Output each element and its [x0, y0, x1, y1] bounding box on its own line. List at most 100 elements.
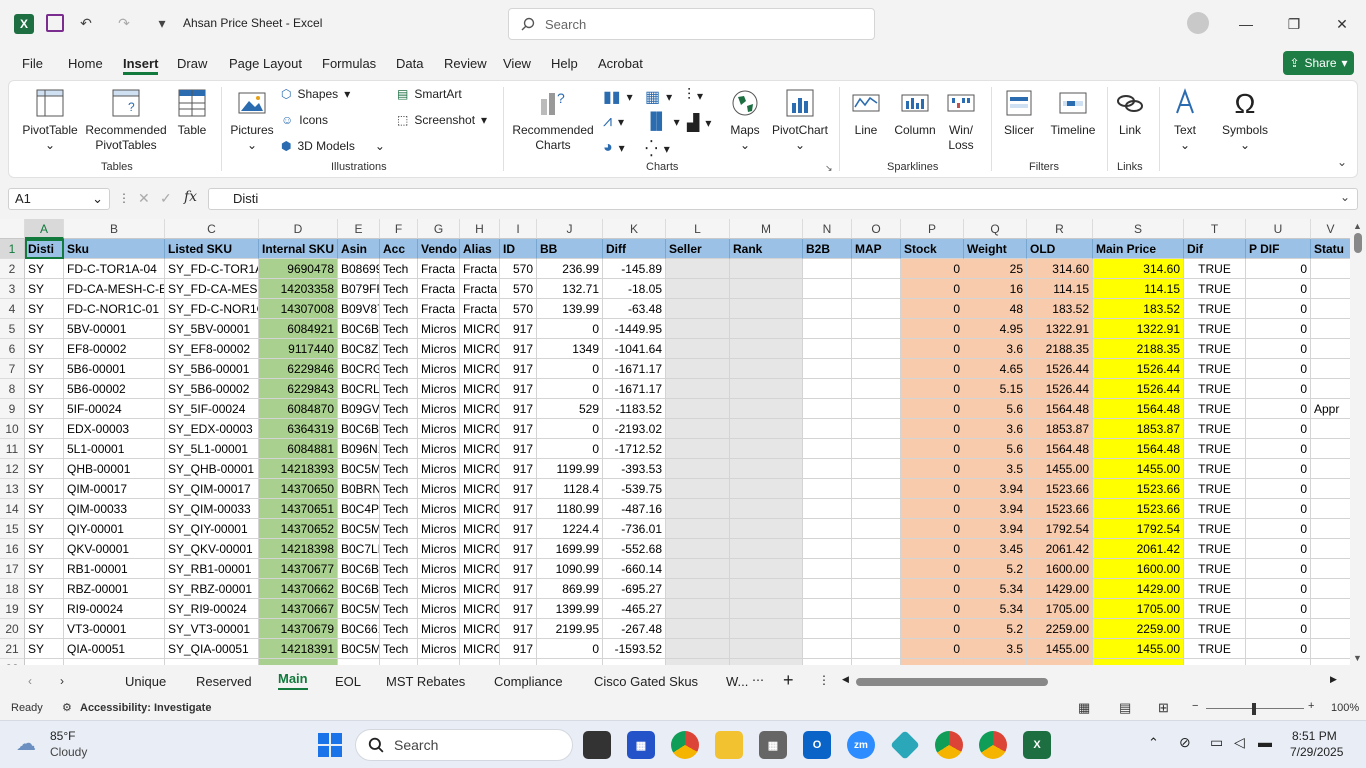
share-button[interactable]: ⇪ Share ▾	[1283, 51, 1354, 75]
table-cell[interactable]	[803, 499, 852, 519]
table-cell[interactable]: TRUE	[1184, 259, 1246, 279]
table-cell[interactable]: 917	[500, 639, 537, 659]
table-cell[interactable]: B0C4PY	[338, 499, 380, 519]
combo-chart-button[interactable]: ▟ ▾	[687, 113, 711, 133]
taskbar-search[interactable]: Search	[355, 729, 573, 761]
table-cell[interactable]: 5B6-00001	[64, 359, 165, 379]
table-cell[interactable]: 0	[901, 579, 964, 599]
table-cell[interactable]: SY	[25, 359, 64, 379]
table-cell[interactable]: SY_QKV-00001	[165, 539, 259, 559]
table-cell[interactable]: MICRO	[460, 639, 500, 659]
table-cell[interactable]	[666, 419, 730, 439]
table-cell[interactable]	[803, 419, 852, 439]
table-cell[interactable]	[666, 259, 730, 279]
table-cell[interactable]	[1311, 539, 1350, 559]
table-cell[interactable]: 0	[537, 359, 603, 379]
table-cell[interactable]	[1311, 519, 1350, 539]
table-cell[interactable]: Tech	[380, 539, 418, 559]
header-cell[interactable]: Weight	[964, 239, 1027, 259]
table-cell[interactable]: 3.5	[964, 639, 1027, 659]
table-cell[interactable]: 1180.99	[537, 499, 603, 519]
table-cell[interactable]: TRUE	[1184, 479, 1246, 499]
table-cell[interactable]: Tech	[380, 379, 418, 399]
table-cell[interactable]: Fracta	[418, 299, 460, 319]
table-cell[interactable]: -1449.95	[603, 319, 666, 339]
table-cell[interactable]: 0	[1246, 439, 1311, 459]
sparkline-line-button[interactable]: Line	[847, 87, 885, 138]
scroll-thumb[interactable]	[1354, 233, 1362, 253]
table-cell[interactable]: QIA-00051	[64, 639, 165, 659]
header-cell[interactable]: Vendo	[418, 239, 460, 259]
cancel-icon[interactable]: ✕	[138, 190, 150, 207]
table-cell[interactable]: 0	[1246, 599, 1311, 619]
header-cell[interactable]: Listed SKU	[165, 239, 259, 259]
table-cell[interactable]: MICRO	[460, 379, 500, 399]
sheet-tab-overflow[interactable]: W...	[726, 674, 748, 689]
table-cell[interactable]	[730, 459, 803, 479]
table-cell[interactable]: 0	[1246, 339, 1311, 359]
table-cell[interactable]: Micros	[418, 599, 460, 619]
table-cell[interactable]	[730, 399, 803, 419]
table-cell[interactable]: 4.65	[964, 359, 1027, 379]
header-cell[interactable]: Asin	[338, 239, 380, 259]
table-cell[interactable]: -539.75	[603, 479, 666, 499]
table-cell[interactable]	[803, 659, 852, 665]
table-cell[interactable]: Micros	[418, 559, 460, 579]
table-cell[interactable]: -1671.17	[603, 359, 666, 379]
table-cell[interactable]: Tech	[380, 639, 418, 659]
table-cell[interactable]: 0	[901, 279, 964, 299]
table-cell[interactable]	[666, 299, 730, 319]
table-cell[interactable]: 570	[500, 299, 537, 319]
user-avatar[interactable]	[1187, 12, 1209, 34]
table-cell[interactable]: 3.6	[964, 339, 1027, 359]
table-cell[interactable]: MICRO	[460, 559, 500, 579]
table-cell[interactable]: 25	[964, 259, 1027, 279]
table-cell[interactable]: SY_RBZ-00001	[165, 579, 259, 599]
table-cell[interactable]: 1705.00	[1027, 599, 1093, 619]
table-cell[interactable]: -63.48	[603, 299, 666, 319]
table-cell[interactable]: B0C8ZC	[338, 339, 380, 359]
table-cell[interactable]: 917	[500, 339, 537, 359]
table-cell[interactable]	[1027, 659, 1093, 665]
table-cell[interactable]	[852, 379, 901, 399]
table-cell[interactable]: 917	[500, 459, 537, 479]
table-cell[interactable]	[730, 519, 803, 539]
app-diamond-icon[interactable]	[890, 730, 920, 760]
table-cell[interactable]: 3.94	[964, 479, 1027, 499]
table-cell[interactable]	[803, 299, 852, 319]
table-cell[interactable]: 570	[500, 279, 537, 299]
sheet-tab-mst-rebates[interactable]: MST Rebates	[386, 674, 465, 689]
table-cell[interactable]: 0	[1246, 619, 1311, 639]
table-cell[interactable]: SY_QIA-00051	[165, 639, 259, 659]
table-cell[interactable]: SY	[25, 419, 64, 439]
table-cell[interactable]: SY_5BV-00001	[165, 319, 259, 339]
table-cell[interactable]	[730, 559, 803, 579]
redo-icon[interactable]: ↷	[114, 13, 134, 33]
tab-review[interactable]: Review	[444, 56, 487, 71]
table-cell[interactable]: 0	[1246, 459, 1311, 479]
pictures-button[interactable]: Pictures ⌄	[229, 87, 275, 153]
table-cell[interactable]: 14218391	[259, 639, 338, 659]
table-cell[interactable]: Micros	[418, 619, 460, 639]
header-cell[interactable]: OLD	[1027, 239, 1093, 259]
table-cell[interactable]: 917	[500, 379, 537, 399]
select-all-corner[interactable]	[0, 219, 25, 239]
table-cell[interactable]: 5.2	[964, 559, 1027, 579]
table-cell[interactable]: 3.94	[964, 499, 1027, 519]
table-cell[interactable]	[1311, 259, 1350, 279]
table-cell[interactable]	[730, 539, 803, 559]
table-cell[interactable]: SY_FD-C-NOR1C	[165, 299, 259, 319]
waterfall-chart-button[interactable]: ⫶ ▾	[687, 87, 703, 105]
table-cell[interactable]: RBZ-00001	[64, 579, 165, 599]
table-cell[interactable]: 0	[1246, 579, 1311, 599]
table-cell[interactable]: Micros	[418, 639, 460, 659]
table-cell[interactable]: 917	[500, 319, 537, 339]
table-cell[interactable]: 0	[1246, 499, 1311, 519]
close-icon[interactable]: ✕	[1330, 12, 1354, 36]
table-cell[interactable]: 14370652	[259, 519, 338, 539]
collapse-ribbon-icon[interactable]: ⌄	[1337, 155, 1347, 169]
table-cell[interactable]: B0CRLS	[338, 379, 380, 399]
table-cell[interactable]	[666, 359, 730, 379]
table-cell[interactable]: SY	[25, 519, 64, 539]
table-cell[interactable]	[852, 459, 901, 479]
